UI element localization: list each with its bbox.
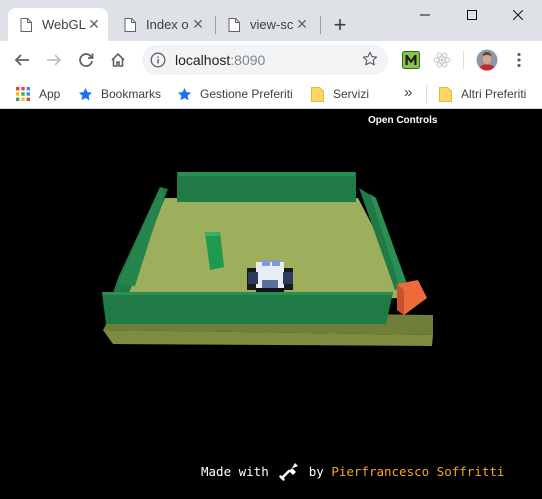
- scene-render: [102, 172, 433, 346]
- open-controls-button[interactable]: Open Controls: [368, 115, 437, 126]
- by-text: by: [308, 463, 324, 479]
- tab-divider: [320, 16, 321, 34]
- folder-icon: [437, 86, 453, 102]
- address-bar[interactable]: localhost:8090: [142, 45, 388, 75]
- tab-title: WebGL: [42, 17, 86, 32]
- bookmark-bookmarks[interactable]: Bookmarks: [77, 85, 161, 103]
- bookmark-label: Bookmarks: [101, 87, 162, 101]
- footer-credit: Made with by Pierfrancesco Soffritti: [201, 460, 504, 482]
- back-wall: [177, 173, 356, 202]
- reload-button[interactable]: [72, 46, 100, 74]
- shovel-icon: [278, 463, 298, 481]
- star-icon[interactable]: [362, 51, 378, 67]
- bookmark-altri-preferiti[interactable]: Altri Preferiti: [437, 85, 526, 103]
- bookmark-gestione-preferiti[interactable]: Gestione Preferiti: [176, 85, 293, 103]
- new-tab-button[interactable]: +: [329, 14, 351, 36]
- bookmarks-overflow-button[interactable]: »: [404, 83, 412, 101]
- bookmark-label: Altri Preferiti: [461, 87, 527, 101]
- url-port: :8090: [230, 52, 266, 68]
- bookmark-label: App: [39, 87, 61, 101]
- home-button[interactable]: [104, 46, 132, 74]
- bookmark-label: Servizi: [333, 87, 370, 101]
- toolbar-divider: [463, 51, 464, 69]
- page-icon: [20, 17, 32, 32]
- react-devtools-icon[interactable]: [428, 46, 456, 74]
- front-wall-top: [102, 292, 393, 295]
- page-icon: [124, 17, 136, 32]
- bookmarks-divider: [426, 85, 427, 103]
- star-icon: [176, 86, 192, 102]
- back-wall-top: [177, 172, 356, 176]
- close-tab-icon[interactable]: ✕: [190, 16, 206, 33]
- bookmark-app[interactable]: App: [15, 85, 60, 103]
- url-text[interactable]: localhost:8090: [175, 52, 265, 68]
- bookmark-servizi[interactable]: Servizi: [309, 85, 369, 103]
- webgl-canvas[interactable]: Open Controls Made with by Pierfrancesco…: [0, 110, 542, 499]
- folder-icon: [309, 86, 325, 102]
- close-tab-icon[interactable]: ✕: [86, 16, 102, 33]
- tab-view-source[interactable]: view-sc ✕: [216, 8, 316, 41]
- author-link[interactable]: Pierfrancesco Soffritti: [331, 464, 504, 479]
- tab-title: Index o: [146, 17, 189, 32]
- close-tab-icon[interactable]: ✕: [294, 16, 310, 33]
- front-wall: [102, 293, 393, 324]
- kebab-menu-icon[interactable]: [505, 46, 533, 74]
- made-with-text: Made with: [201, 463, 269, 479]
- minimize-icon[interactable]: [402, 0, 448, 30]
- avatar[interactable]: [473, 46, 501, 74]
- page-icon: [228, 17, 240, 32]
- arrow-right-icon: [47, 54, 62, 66]
- tab-strip: WebGL ✕ Index o ✕ view-sc ✕ +: [0, 0, 542, 41]
- m-extension-icon[interactable]: [397, 46, 425, 74]
- tab-index[interactable]: Index o ✕: [112, 8, 212, 41]
- star-icon: [77, 86, 93, 102]
- apps-grid-icon: [15, 86, 31, 102]
- browser-toolbar: localhost:8090: [0, 41, 542, 79]
- url-host: localhost: [175, 52, 231, 68]
- pillar-top: [205, 232, 220, 236]
- forward-button[interactable]: [40, 46, 68, 74]
- back-button[interactable]: [8, 46, 36, 74]
- tab-webgl[interactable]: WebGL ✕: [8, 8, 108, 41]
- home-icon: [111, 52, 125, 67]
- reload-icon: [79, 53, 94, 67]
- info-icon[interactable]: [150, 52, 166, 68]
- maximize-icon[interactable]: [449, 0, 495, 30]
- arrow-left-icon: [14, 54, 29, 66]
- tab-title: view-sc: [250, 17, 294, 32]
- bookmarks-bar: App Bookmarks Gestione Preferiti Servizi…: [0, 79, 542, 109]
- close-icon[interactable]: [495, 0, 541, 30]
- bookmark-label: Gestione Preferiti: [200, 87, 293, 101]
